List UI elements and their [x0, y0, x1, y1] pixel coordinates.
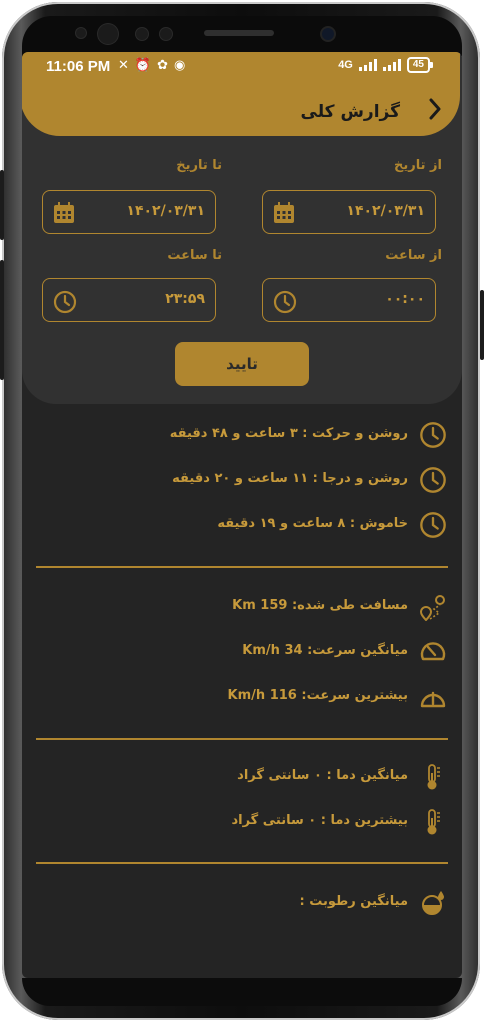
network-type: 4G: [338, 59, 353, 71]
from-date-label: از تاریخ: [394, 158, 442, 173]
engine-moving-text: روشن و حرکت : ۳ ساعت و ۴۸ دقیقه: [169, 426, 408, 441]
section-divider: [36, 862, 448, 864]
humidity-icon: [418, 888, 448, 918]
avg-humidity-row: میانگین رطوبت :: [28, 888, 448, 918]
clock-icon: [418, 465, 448, 495]
sensor-dot: [136, 28, 148, 40]
thermometer-icon: [418, 807, 448, 837]
avg-speed-row: میانگین سرعت: 34 Km/h: [28, 637, 448, 667]
to-date-field[interactable]: ۱۴۰۲/۰۳/۳۱: [42, 190, 216, 234]
engine-off-row: خاموش : ۸ ساعت و ۱۹ دقیقه: [28, 510, 448, 540]
status-time: 11:06 PM: [46, 58, 111, 75]
to-date-label: تا تاریخ: [176, 158, 222, 173]
max-speed-row: بیشترین سرعت: 116 Km/h: [28, 682, 448, 712]
section-divider: [36, 738, 448, 740]
clock-icon: [418, 510, 448, 540]
from-date-value: ۱۴۰۲/۰۳/۳۱: [346, 203, 425, 219]
earpiece-speaker: [204, 30, 274, 36]
sensor-dot: [160, 28, 172, 40]
confirm-button[interactable]: تایید: [175, 342, 309, 386]
status-right: 4G 45: [338, 57, 434, 73]
clock-icon: [273, 290, 297, 318]
volume-button: [0, 170, 4, 240]
to-time-value: ۲۳:۵۹: [165, 291, 205, 307]
clock-icon: [53, 290, 77, 318]
app-header: 11:06 PM ✕⏰✿◉ 4G 45 گزارش کلی: [22, 52, 460, 136]
signal-icon: [358, 59, 377, 71]
distance-text: مسافت طی شده: 159 Km: [232, 598, 408, 613]
power-button: [480, 290, 484, 360]
chrome-icon: ◉: [174, 58, 192, 73]
to-time-label: تا ساعت: [167, 248, 222, 263]
mute-icon: ✕: [118, 58, 135, 73]
notification-icons: ✕⏰✿◉: [118, 58, 191, 73]
chevron-right-icon: [429, 98, 441, 120]
max-temp-row: بیشترین دما : ۰ سانتی گراد: [28, 807, 448, 837]
max-speed-icon: [418, 682, 448, 712]
page-title: گزارش کلی: [300, 102, 400, 122]
battery-icon: 45: [406, 57, 434, 73]
avg-temp-text: میانگین دما : ۰ سانتی گراد: [237, 768, 408, 783]
clock-icon: [418, 420, 448, 450]
status-bar: 11:06 PM ✕⏰✿◉ 4G 45: [22, 52, 460, 82]
filter-card: 11:06 PM ✕⏰✿◉ 4G 45 گزارش کلی از تاریخ ت…: [22, 52, 462, 404]
max-speed-text: بیشترین سرعت: 116 Km/h: [227, 688, 408, 703]
avg-speed-text: میانگین سرعت: 34 Km/h: [242, 643, 408, 658]
avg-humidity-text: میانگین رطوبت :: [299, 894, 408, 909]
engine-off-text: خاموش : ۸ ساعت و ۱۹ دقیقه: [217, 516, 408, 531]
thermometer-icon: [418, 762, 448, 792]
route-icon: [418, 592, 448, 622]
section-divider: [36, 566, 448, 568]
calendar-icon: [273, 202, 295, 228]
from-date-field[interactable]: ۱۴۰۲/۰۳/۳۱: [262, 190, 436, 234]
from-time-field[interactable]: ۰۰:۰۰: [262, 278, 436, 322]
to-time-field[interactable]: ۲۳:۵۹: [42, 278, 216, 322]
to-date-value: ۱۴۰۲/۰۳/۳۱: [126, 203, 205, 219]
engine-idle-text: روشن و درجا : ۱۱ ساعت و ۲۰ دقیقه: [172, 471, 408, 486]
from-time-value: ۰۰:۰۰: [385, 291, 425, 307]
calendar-icon: [53, 202, 75, 228]
sensor-dot: [98, 24, 118, 44]
app-screen: 11:06 PM ✕⏰✿◉ 4G 45 گزارش کلی از تاریخ ت…: [22, 52, 462, 978]
avg-temp-row: میانگین دما : ۰ سانتی گراد: [28, 762, 448, 792]
front-camera: [322, 28, 334, 40]
speedometer-icon: [418, 637, 448, 667]
back-button[interactable]: [428, 98, 442, 126]
alarm-icon: ⏰: [134, 58, 158, 73]
signal-icon: [382, 59, 401, 71]
max-temp-text: بیشترین دما : ۰ سانتی گراد: [231, 813, 408, 828]
sensor-dot: [76, 28, 86, 38]
engine-moving-row: روشن و حرکت : ۳ ساعت و ۴۸ دقیقه: [28, 420, 448, 450]
engine-idle-row: روشن و درجا : ۱۱ ساعت و ۲۰ دقیقه: [28, 465, 448, 495]
from-time-label: از ساعت: [385, 248, 442, 263]
distance-row: مسافت طی شده: 159 Km: [28, 592, 448, 622]
bottom-bezel: [22, 978, 462, 1006]
top-bezel: [22, 16, 462, 56]
app-icon: ✿: [157, 58, 174, 73]
bixby-button: [0, 260, 4, 380]
